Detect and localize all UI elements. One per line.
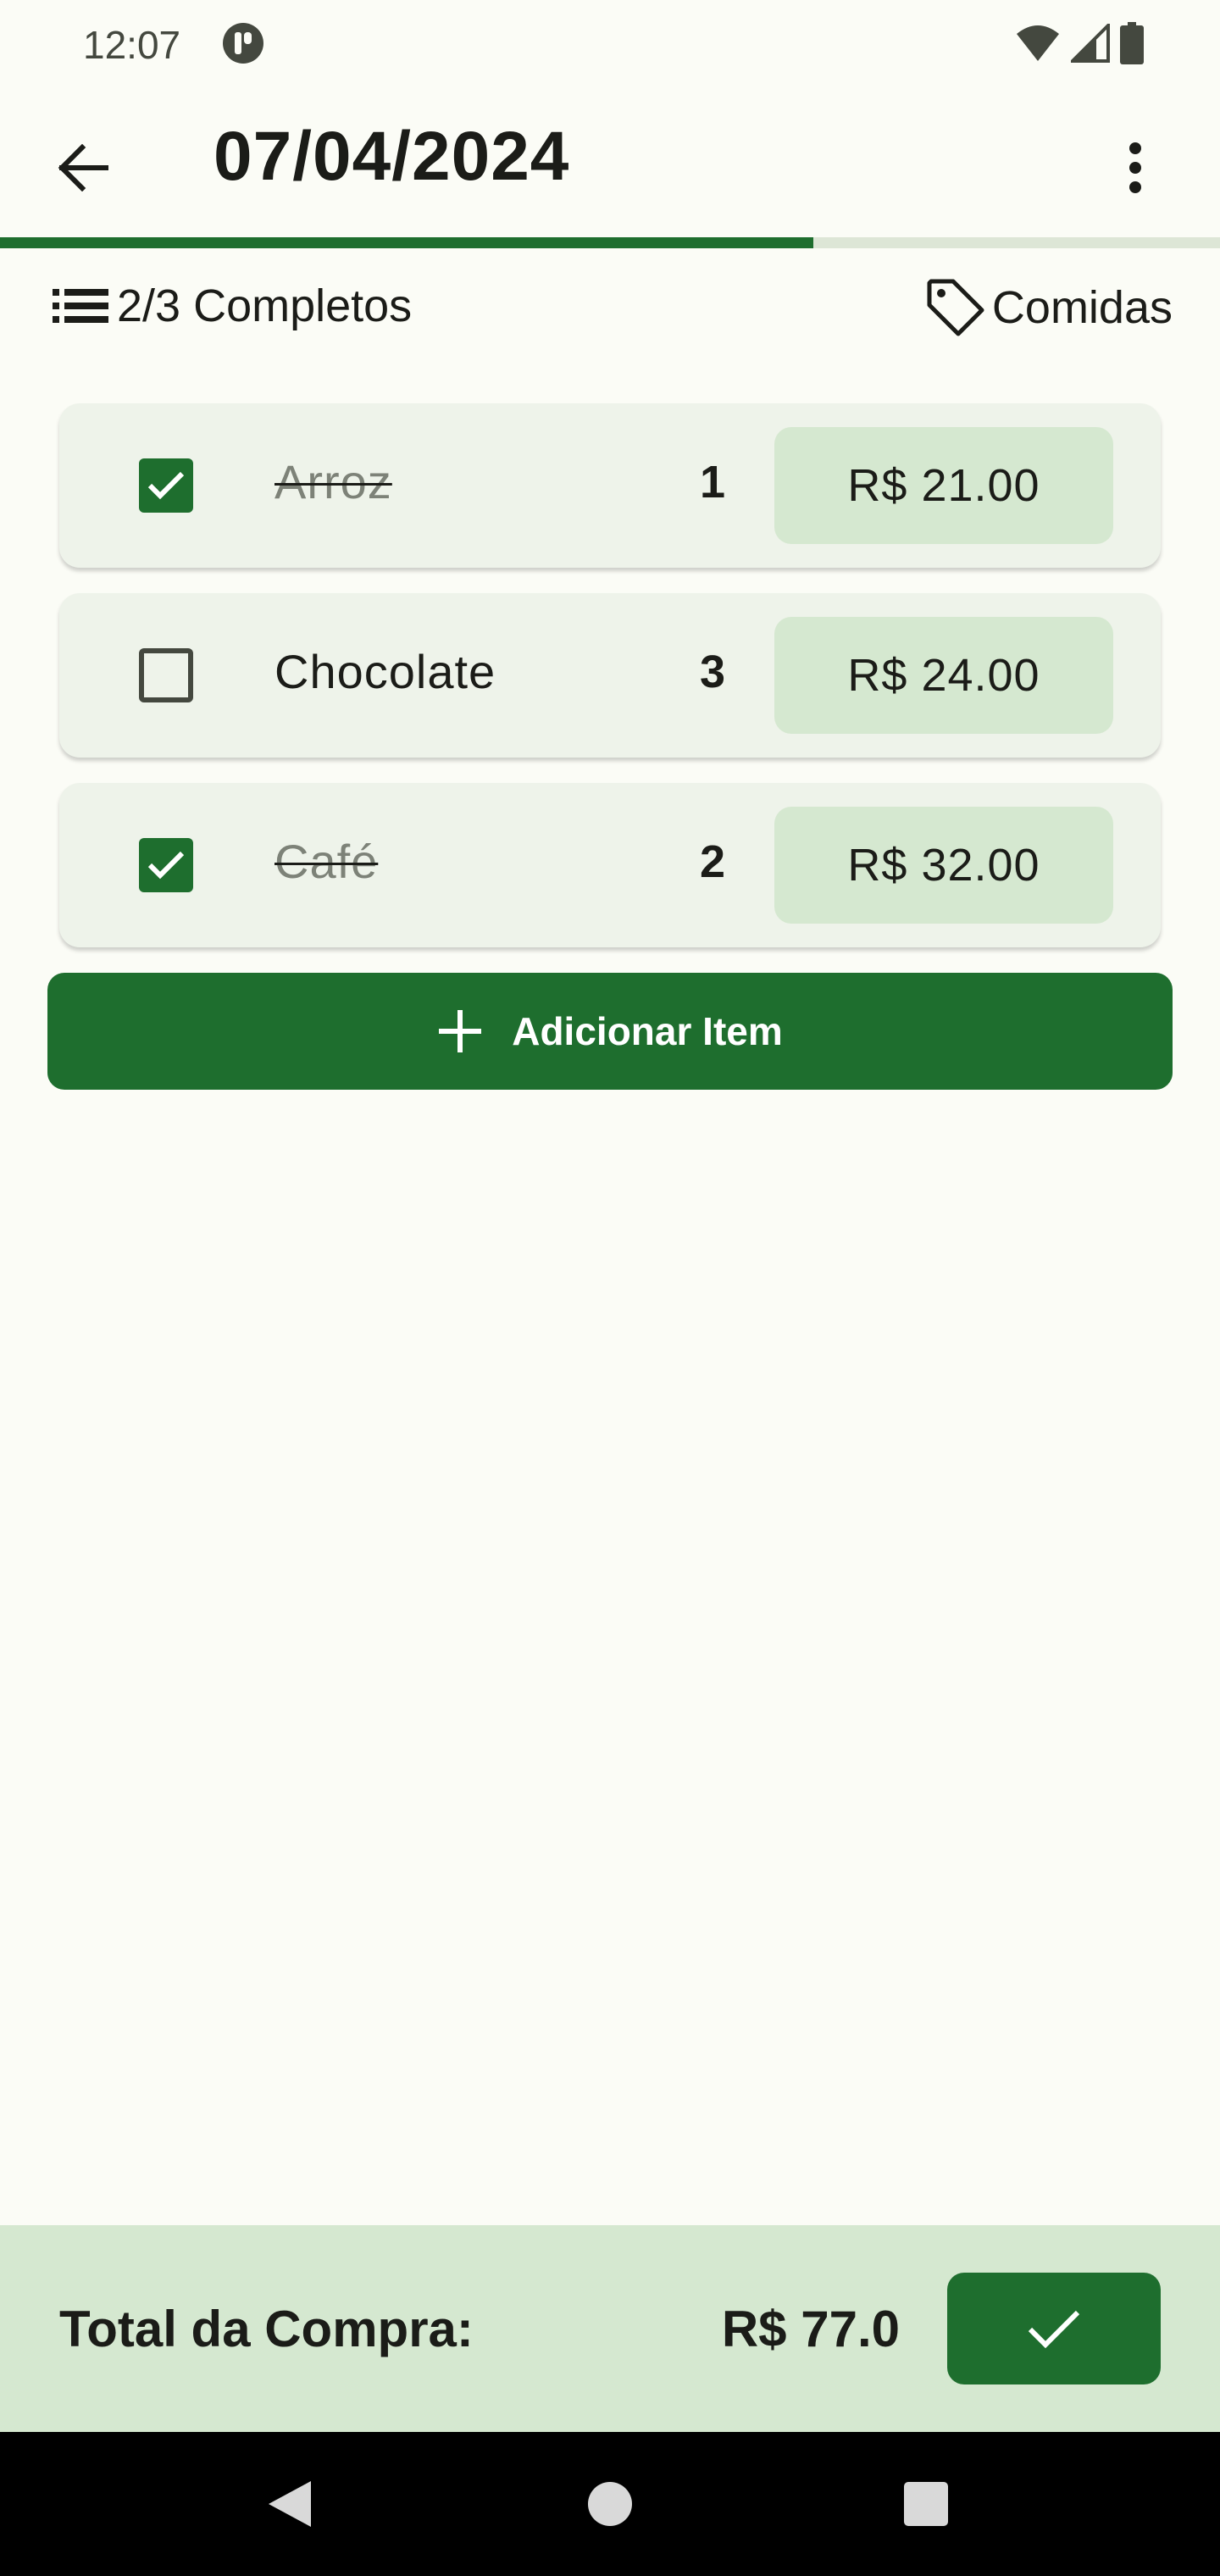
item-name: Café bbox=[274, 835, 379, 888]
item-quantity: 2 bbox=[699, 836, 725, 887]
category-chip[interactable]: Comidas bbox=[924, 276, 1173, 339]
item-price[interactable]: R$ 32.00 bbox=[774, 807, 1113, 924]
progress-bar bbox=[0, 237, 1220, 248]
app-bar: 07/04/2024 bbox=[0, 93, 1220, 229]
tag-icon bbox=[927, 279, 984, 336]
checkmark-icon bbox=[147, 471, 185, 500]
item-checkbox[interactable] bbox=[139, 458, 193, 513]
list-item[interactable]: Chocolate 3 R$ 24.00 bbox=[59, 593, 1161, 758]
status-time: 12:07 bbox=[83, 23, 181, 67]
item-quantity: 1 bbox=[699, 457, 725, 508]
completed-label: 2/3 Completos bbox=[117, 280, 413, 331]
item-checkbox[interactable] bbox=[139, 838, 193, 892]
back-button[interactable] bbox=[42, 127, 124, 208]
item-checkbox[interactable] bbox=[139, 648, 193, 702]
info-row: 2/3 Completos Comidas bbox=[0, 269, 1220, 347]
page-title: 07/04/2024 bbox=[214, 118, 570, 195]
system-nav-bar bbox=[0, 2432, 1220, 2576]
item-price[interactable]: R$ 21.00 bbox=[774, 427, 1113, 544]
item-name: Chocolate bbox=[274, 645, 496, 698]
list-item[interactable]: Café 2 R$ 32.00 bbox=[59, 783, 1161, 947]
check-icon bbox=[1028, 2310, 1080, 2349]
item-quantity: 3 bbox=[699, 647, 725, 697]
status-icons bbox=[1015, 22, 1144, 64]
nav-back-icon bbox=[269, 2481, 311, 2527]
nav-recents-button[interactable] bbox=[896, 2474, 956, 2534]
item-price[interactable]: R$ 24.00 bbox=[774, 617, 1113, 734]
more-vert-icon bbox=[1129, 142, 1141, 193]
item-name: Arroz bbox=[274, 455, 392, 508]
app-notification-icon bbox=[223, 23, 263, 64]
total-footer: Total da Compra: R$ 77.0 bbox=[0, 2225, 1220, 2432]
plus-icon bbox=[439, 1010, 482, 1052]
progress-fill bbox=[0, 237, 814, 248]
status-bar: 12:07 bbox=[0, 0, 1220, 85]
category-label: Comidas bbox=[991, 282, 1173, 333]
nav-back-button[interactable] bbox=[259, 2474, 319, 2534]
signal-icon bbox=[1071, 24, 1110, 63]
list-icon bbox=[53, 289, 108, 323]
confirm-purchase-button[interactable] bbox=[947, 2273, 1161, 2384]
back-arrow-icon bbox=[58, 144, 108, 192]
more-options-button[interactable] bbox=[1101, 127, 1169, 208]
checkmark-icon bbox=[147, 851, 185, 880]
nav-home-button[interactable] bbox=[580, 2474, 640, 2534]
add-item-button[interactable]: Adicionar Item bbox=[47, 973, 1173, 1090]
completed-counter: 2/3 Completos bbox=[53, 280, 412, 332]
nav-home-icon bbox=[588, 2482, 632, 2526]
screen: 12:07 07/04/2024 2/3 Completos Comidas A… bbox=[0, 0, 1220, 2576]
total-value: R$ 77.0 bbox=[721, 2301, 900, 2357]
add-item-label: Adicionar Item bbox=[512, 1009, 783, 1053]
total-label: Total da Compra: bbox=[59, 2301, 474, 2357]
nav-recents-icon bbox=[904, 2482, 948, 2526]
list-item[interactable]: Arroz 1 R$ 21.00 bbox=[59, 403, 1161, 568]
battery-icon bbox=[1120, 22, 1144, 64]
wifi-icon bbox=[1017, 25, 1059, 61]
